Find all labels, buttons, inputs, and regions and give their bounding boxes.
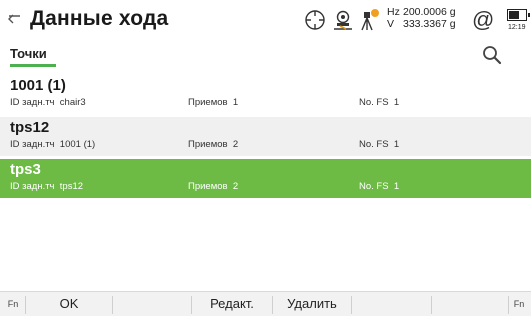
sets-label: Приемов: [188, 97, 228, 108]
at-connection-icon[interactable]: @: [472, 7, 494, 33]
title-bar: Данные хода Hz 200.0006 g V 333.3367 g @ 1…: [0, 0, 531, 40]
backsight-id-value: chair3: [59, 97, 86, 108]
divider: [431, 296, 432, 314]
clock: 12:19: [508, 24, 526, 31]
list-item[interactable]: 1001 (1) ID задн.тч chair3 Приемов 1 No.…: [0, 75, 531, 114]
delete-button[interactable]: Удалить: [273, 292, 351, 316]
divider: [112, 296, 113, 314]
point-name: 1001 (1): [10, 77, 66, 94]
battery-icon: [507, 9, 530, 21]
tab-bar: Точки: [0, 42, 531, 68]
point-name: tps12: [10, 119, 50, 136]
softkey-bar: Fn OK Редакт. Удалить Fn: [0, 291, 531, 316]
v-value: 333.3367 g: [403, 18, 456, 30]
tab-points[interactable]: Точки: [10, 46, 47, 61]
page-title: Данные хода: [30, 7, 169, 30]
instrument-icon[interactable]: [331, 8, 355, 32]
hz-label: Hz: [387, 6, 400, 18]
v-label: V: [387, 18, 395, 30]
tripod-warning-icon[interactable]: [356, 8, 380, 32]
backsight-id-label: ID задн.тч: [10, 181, 55, 192]
backsight-id-value: 1001 (1): [59, 139, 96, 150]
fs-value: 1: [393, 181, 400, 192]
edit-button[interactable]: Редакт.: [192, 292, 272, 316]
point-name: tps3: [10, 161, 41, 178]
fs-value: 1: [393, 139, 400, 150]
sets-value: 2: [232, 139, 239, 150]
fs-label: No. FS: [359, 139, 389, 150]
backsight-id-label: ID задн.тч: [10, 97, 55, 108]
fn-right-button[interactable]: Fn: [510, 292, 528, 316]
sets-label: Приемов: [188, 139, 228, 150]
list-item[interactable]: tps12 ID задн.тч 1001 (1) Приемов 2 No. …: [0, 117, 531, 156]
divider: [351, 296, 352, 314]
angle-readout: Hz 200.0006 g V 333.3367 g: [387, 6, 456, 30]
back-arrow-icon[interactable]: [8, 10, 22, 28]
search-icon[interactable]: [481, 44, 503, 66]
hz-value: 200.0006 g: [403, 6, 456, 18]
sets-label: Приемов: [188, 181, 228, 192]
sets-value: 2: [232, 181, 239, 192]
backsight-id-value: tps12: [59, 181, 84, 192]
tab-underline: [10, 64, 56, 67]
fs-label: No. FS: [359, 181, 389, 192]
fs-value: 1: [393, 97, 400, 108]
sets-value: 1: [232, 97, 239, 108]
list-item-selected[interactable]: tps3 ID задн.тч tps12 Приемов 2 No. FS 1: [0, 159, 531, 198]
ok-button[interactable]: OK: [26, 292, 112, 316]
divider: [508, 296, 509, 314]
target-icon[interactable]: [303, 8, 327, 32]
fn-left-button[interactable]: Fn: [4, 292, 22, 316]
fs-label: No. FS: [359, 97, 389, 108]
backsight-id-label: ID задн.тч: [10, 139, 55, 150]
